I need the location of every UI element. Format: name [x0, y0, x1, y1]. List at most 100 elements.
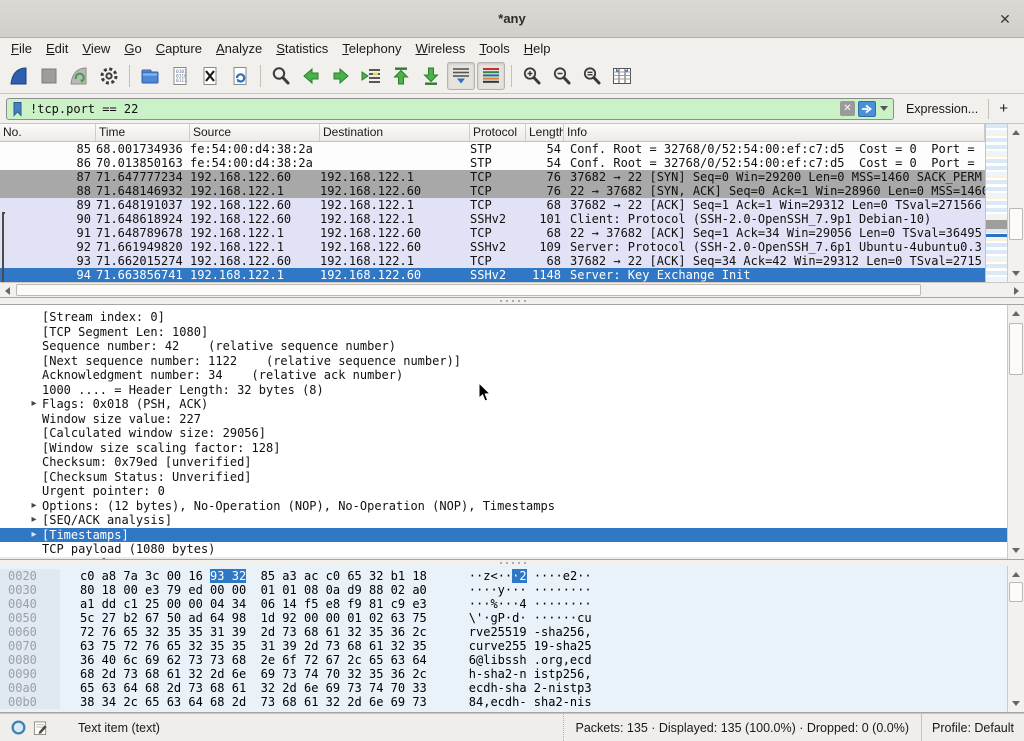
- hex-row[interactable]: 00b038 34 2c 65 63 64 68 2d 73 68 61 32 …: [0, 695, 1007, 709]
- pane-splitter-bottom[interactable]: [0, 560, 1024, 566]
- open-file-button[interactable]: [136, 62, 164, 90]
- column-header-destination[interactable]: Destination: [320, 124, 470, 141]
- scroll-down-icon[interactable]: [1012, 701, 1020, 706]
- hex-row[interactable]: 00505c 27 b2 67 50 ad 64 98 1d 92 00 00 …: [0, 611, 1007, 625]
- column-header-protocol[interactable]: Protocol: [470, 124, 526, 141]
- go-to-packet-button[interactable]: [357, 62, 385, 90]
- packet-row[interactable]: 9471.663856741192.168.122.1192.168.122.6…: [0, 268, 985, 282]
- expander-icon[interactable]: ▸: [26, 513, 42, 528]
- detail-line[interactable]: [TCP Segment Len: 1080]: [0, 325, 1007, 340]
- filter-clear-icon[interactable]: ✕: [840, 101, 855, 116]
- detail-line[interactable]: ▸[SEQ/ACK analysis]: [0, 513, 1007, 528]
- packet-row[interactable]: 8971.648191037192.168.122.60192.168.122.…: [0, 198, 985, 212]
- scroll-down-icon[interactable]: [1012, 548, 1020, 553]
- column-header-no[interactable]: No.: [0, 124, 96, 141]
- go-back-button[interactable]: [297, 62, 325, 90]
- bytes-scrollbar[interactable]: [1007, 566, 1024, 712]
- details-scrollbar[interactable]: [1007, 305, 1024, 559]
- detail-line[interactable]: 1000 .... = Header Length: 32 bytes (8): [0, 383, 1007, 398]
- menu-item-edit[interactable]: Edit: [39, 40, 75, 57]
- column-header-info[interactable]: Info: [564, 124, 985, 141]
- pane-splitter-top[interactable]: [0, 298, 1024, 304]
- detail-line[interactable]: Urgent pointer: 0: [0, 484, 1007, 499]
- zoom-in-button[interactable]: [518, 62, 546, 90]
- detail-line[interactable]: ▸Options: (12 bytes), No-Operation (NOP)…: [0, 499, 1007, 514]
- close-file-button[interactable]: [196, 62, 224, 90]
- detail-line[interactable]: [Window size scaling factor: 128]: [0, 441, 1007, 456]
- go-first-button[interactable]: [387, 62, 415, 90]
- packet-row[interactable]: 9271.661949820192.168.122.1192.168.122.6…: [0, 240, 985, 254]
- menu-item-wireless[interactable]: Wireless: [409, 40, 473, 57]
- resize-columns-button[interactable]: [608, 62, 636, 90]
- hex-row[interactable]: 0040a1 dd c1 25 00 00 04 34 06 14 f5 e8 …: [0, 597, 1007, 611]
- column-header-time[interactable]: Time: [96, 124, 190, 141]
- detail-line[interactable]: [Calculated window size: 29056]: [0, 426, 1007, 441]
- menu-item-go[interactable]: Go: [117, 40, 148, 57]
- find-packet-button[interactable]: [267, 62, 295, 90]
- hex-row[interactable]: 00a065 63 64 68 2d 73 68 61 32 2d 6e 69 …: [0, 681, 1007, 695]
- menu-item-view[interactable]: View: [75, 40, 117, 57]
- hex-row[interactable]: 008036 40 6c 69 62 73 73 68 2e 6f 72 67 …: [0, 653, 1007, 667]
- menu-item-statistics[interactable]: Statistics: [269, 40, 335, 57]
- detail-line[interactable]: Sequence number: 42 (relative sequence n…: [0, 339, 1007, 354]
- packet-row[interactable]: 8771.647777234192.168.122.60192.168.122.…: [0, 170, 985, 184]
- packet-list-scroll-thumb[interactable]: [1009, 208, 1023, 240]
- packet-row[interactable]: 9371.662015274192.168.122.60192.168.122.…: [0, 254, 985, 268]
- column-header-length[interactable]: Length: [526, 124, 564, 141]
- scroll-up-icon[interactable]: [1012, 572, 1020, 577]
- hex-row[interactable]: 009068 2d 73 68 61 32 2d 6e 69 73 74 70 …: [0, 667, 1007, 681]
- restart-capture-button[interactable]: [65, 62, 93, 90]
- hex-row[interactable]: 006072 76 65 32 35 35 31 39 2d 73 68 61 …: [0, 625, 1007, 639]
- close-window-icon[interactable]: ✕: [994, 8, 1016, 30]
- details-scroll-thumb[interactable]: [1009, 323, 1023, 375]
- scroll-left-icon[interactable]: [5, 287, 10, 295]
- column-header-source[interactable]: Source: [190, 124, 320, 141]
- menu-item-help[interactable]: Help: [517, 40, 558, 57]
- stop-capture-button[interactable]: [35, 62, 63, 90]
- scroll-down-icon[interactable]: [1012, 271, 1020, 276]
- bytes-scroll-thumb[interactable]: [1009, 582, 1023, 602]
- expander-icon[interactable]: ▸: [26, 397, 42, 412]
- filter-history-dropdown[interactable]: [878, 100, 891, 118]
- detail-line[interactable]: Acknowledgment number: 34 (relative ack …: [0, 368, 1007, 383]
- scroll-up-icon[interactable]: [1012, 311, 1020, 316]
- packet-row[interactable]: 8670.013850163fe:54:00:d4:38:2aSTP54Conf…: [0, 156, 985, 170]
- auto-scroll-button[interactable]: [447, 62, 475, 90]
- packet-list-hscroll-thumb[interactable]: [16, 284, 921, 296]
- packet-list-hscrollbar[interactable]: [0, 282, 1024, 297]
- detail-line[interactable]: [Checksum Status: Unverified]: [0, 470, 1007, 485]
- menu-item-tools[interactable]: Tools: [472, 40, 516, 57]
- detail-line[interactable]: Checksum: 0x79ed [unverified]: [0, 455, 1007, 470]
- expander-icon[interactable]: ▸: [26, 528, 42, 543]
- detail-line[interactable]: [Stream index: 0]: [0, 310, 1007, 325]
- zoom-original-button[interactable]: [578, 62, 606, 90]
- detail-line[interactable]: ▸Flags: 0x018 (PSH, ACK): [0, 397, 1007, 412]
- reload-file-button[interactable]: [226, 62, 254, 90]
- detail-line[interactable]: TCP payload (1080 bytes): [0, 542, 1007, 557]
- capture-comment-icon[interactable]: [33, 720, 48, 736]
- expander-icon[interactable]: ▾: [6, 557, 22, 560]
- hex-row[interactable]: 003080 18 00 e3 79 ed 00 00 01 01 08 0a …: [0, 583, 1007, 597]
- expert-info-icon[interactable]: [10, 719, 27, 736]
- zoom-out-button[interactable]: [548, 62, 576, 90]
- packet-row[interactable]: 8871.648146932192.168.122.1192.168.122.6…: [0, 184, 985, 198]
- packet-row[interactable]: 9171.648789678192.168.122.1192.168.122.6…: [0, 226, 985, 240]
- packet-list-scrollbar[interactable]: [1007, 124, 1024, 282]
- hex-row[interactable]: 007063 75 72 76 65 32 35 35 31 39 2d 73 …: [0, 639, 1007, 653]
- hex-row[interactable]: 0020c0 a8 7a 3c 00 16 93 32 85 a3 ac c0 …: [0, 569, 1007, 583]
- scroll-up-icon[interactable]: [1012, 130, 1020, 135]
- filter-bookmark-icon[interactable]: [10, 101, 26, 117]
- capture-options-button[interactable]: [95, 62, 123, 90]
- detail-line[interactable]: ▾SSH Protocol: [0, 557, 1007, 560]
- detail-line[interactable]: ▸[Timestamps]: [0, 528, 1007, 543]
- packet-list-minimap[interactable]: [985, 124, 1007, 282]
- save-file-button[interactable]: 010101100113: [166, 62, 194, 90]
- display-filter-text[interactable]: !tcp.port == 22: [30, 102, 840, 116]
- go-last-button[interactable]: [417, 62, 445, 90]
- status-profile[interactable]: Profile: Default: [921, 714, 1024, 741]
- menu-item-capture[interactable]: Capture: [149, 40, 209, 57]
- expander-icon[interactable]: ▸: [26, 499, 42, 514]
- detail-line[interactable]: Window size value: 227: [0, 412, 1007, 427]
- add-filter-button[interactable]: +: [989, 100, 1018, 117]
- menu-item-file[interactable]: File: [4, 40, 39, 57]
